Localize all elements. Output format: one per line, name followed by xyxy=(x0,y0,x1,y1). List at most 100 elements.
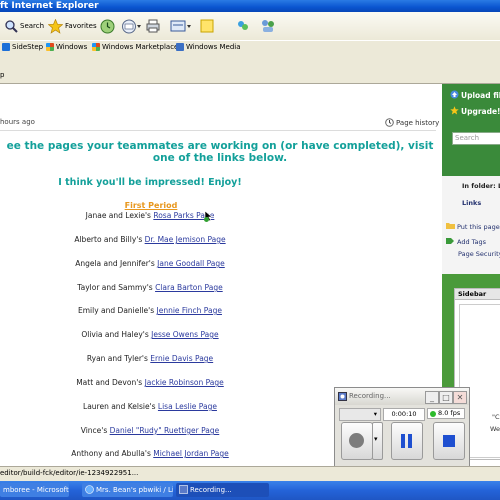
windows-flag-icon xyxy=(92,43,100,51)
favorites-button-label: Favorites xyxy=(65,22,97,30)
link-windows-marketplace[interactable]: Windows Marketplace xyxy=(92,43,178,51)
list-item: Vince's Daniel "Rudy" Ruettiger Page xyxy=(0,426,300,435)
maximize-icon: □ xyxy=(442,393,450,402)
add-tags-link[interactable]: Add Tags xyxy=(446,237,486,247)
sidebar-text: "C xyxy=(492,413,500,421)
upgrade-link[interactable]: Upgrade! xyxy=(450,106,500,117)
clock-icon xyxy=(385,118,394,127)
record-button[interactable] xyxy=(341,422,373,460)
team-names: Taylor and Sammy's xyxy=(77,283,156,292)
favorites-button[interactable]: Favorites xyxy=(48,18,97,34)
team-page-link[interactable]: Jane Goodall Page xyxy=(157,259,225,268)
taskbar-item-jamboree[interactable]: mboree - Microsoft... xyxy=(0,483,69,497)
search-button[interactable]: Search xyxy=(4,18,44,34)
taskbar-item-pbwiki[interactable]: Mrs. Bean's pbwiki / Li... xyxy=(82,483,173,497)
links-bar: SideStep Windows Windows Marketplace Win… xyxy=(0,40,500,56)
team-names: Lauren and Kelsie's xyxy=(83,402,158,411)
period-heading[interactable]: First Period xyxy=(0,201,302,210)
links-heading[interactable]: Links xyxy=(462,199,481,207)
page-history-link[interactable]: Page history xyxy=(385,118,439,127)
last-updated: hours ago xyxy=(0,118,35,126)
team-names: Olivia and Haley's xyxy=(81,330,152,339)
star-icon xyxy=(450,106,459,117)
taskbar-item-label: Recording... xyxy=(190,486,232,494)
maximize-button[interactable]: □ xyxy=(439,391,453,404)
taskbar-item-label: Mrs. Bean's pbwiki / Li... xyxy=(96,486,173,494)
link-windows-media[interactable]: Windows Media xyxy=(176,43,241,51)
research-button[interactable] xyxy=(260,18,276,34)
windows-flag-icon xyxy=(46,43,54,51)
print-button[interactable] xyxy=(146,18,160,34)
list-item: Emily and Danielle's Jennie Finch Page xyxy=(0,306,300,315)
upload-label: Upload fil xyxy=(461,91,500,100)
team-page-link[interactable]: Daniel "Rudy" Ruettiger Page xyxy=(110,426,220,435)
team-names: Alberto and Billy's xyxy=(74,235,145,244)
page-security-link[interactable]: Page Security xyxy=(458,250,500,258)
edit-button[interactable] xyxy=(170,18,192,34)
team-page-link[interactable]: Michael Jordan Page xyxy=(153,449,229,458)
stop-button[interactable] xyxy=(433,422,465,460)
tag-icon xyxy=(446,237,455,247)
notes-button[interactable] xyxy=(200,18,214,34)
list-item: Angela and Jennifer's Jane Goodall Page xyxy=(0,259,300,268)
messenger-icon xyxy=(236,19,250,33)
window-title: ft Internet Explorer xyxy=(0,1,99,11)
link-windows[interactable]: Windows xyxy=(46,43,87,51)
minimize-button[interactable]: _ xyxy=(425,391,439,404)
taskbar-item-label: mboree - Microsoft... xyxy=(3,486,69,494)
upload-files-link[interactable]: Upload fil xyxy=(450,90,500,101)
in-folder-label[interactable]: In folder: L xyxy=(462,182,500,190)
messenger-button[interactable] xyxy=(236,18,250,34)
link-label: Windows Marketplace xyxy=(102,43,179,51)
team-names: Janae and Lexie's xyxy=(85,211,154,220)
taskbar-item-recording[interactable]: Recording... xyxy=(176,483,269,497)
recorder-mode-select[interactable]: ▾ xyxy=(339,408,381,421)
sidestep-icon xyxy=(2,43,10,51)
link-label: Windows xyxy=(56,43,88,51)
chevron-down-icon: ▾ xyxy=(374,435,378,443)
pause-button[interactable] xyxy=(391,422,423,460)
status-bar: editor/build-fck/editor/ie-1234922951... xyxy=(0,466,500,481)
stop-icon xyxy=(443,435,455,447)
sidebar-search-input[interactable]: Search xyxy=(452,132,500,145)
history-button[interactable] xyxy=(100,18,115,34)
sidebar-title: Sidebar xyxy=(455,289,500,300)
window-title-bar: ft Internet Explorer xyxy=(0,0,500,12)
put-page-label: Put this page xyxy=(457,222,500,231)
list-item: Janae and Lexie's Rosa Parks Page xyxy=(0,211,300,220)
edit-icon xyxy=(170,19,192,33)
search-icon xyxy=(4,19,18,33)
mail-button[interactable] xyxy=(122,18,142,34)
close-button[interactable]: ✕ xyxy=(453,391,467,404)
team-page-link[interactable]: Dr. Mae Jemison Page xyxy=(145,235,226,244)
put-page-link[interactable]: Put this page xyxy=(446,222,500,231)
team-page-link[interactable]: Jesse Owens Page xyxy=(151,330,219,339)
toolbar-spacer xyxy=(0,55,500,69)
record-options-button[interactable]: ▾ xyxy=(372,422,383,460)
team-page-link[interactable]: Jennie Finch Page xyxy=(157,306,222,315)
link-sidestep[interactable]: SideStep xyxy=(2,43,43,51)
team-page-link[interactable]: Lisa Leslie Page xyxy=(158,402,217,411)
address-text: p xyxy=(0,71,5,79)
page-info-box: In folder: L Links Put this page Add Tag… xyxy=(442,176,500,276)
recording-window[interactable]: Recording... _ □ ✕ ▾ 0:00:10 8.0 fps ▾ xyxy=(334,387,470,467)
team-page-link[interactable]: Jackie Robinson Page xyxy=(145,378,224,387)
status-text: editor/build-fck/editor/ie-1234922951... xyxy=(0,469,139,477)
pause-icon xyxy=(401,434,405,448)
address-bar[interactable]: p xyxy=(0,69,500,84)
sidebar-actions: Upload fil Upgrade! Search xyxy=(442,84,500,176)
upload-icon xyxy=(450,90,459,101)
page-history-label: Page history xyxy=(396,118,440,127)
search-button-label: Search xyxy=(20,22,45,30)
list-item: Anthony and Abulla's Michael Jordan Page xyxy=(0,449,300,458)
recorder-app-icon xyxy=(179,484,188,496)
star-icon xyxy=(48,18,63,34)
team-page-link[interactable]: Ernie Davis Page xyxy=(150,354,213,363)
fps-value: 8.0 fps xyxy=(438,409,461,417)
fps-display: 8.0 fps xyxy=(427,408,465,419)
list-item: Ryan and Tyler's Ernie Davis Page xyxy=(0,354,300,363)
team-page-link[interactable]: Clara Barton Page xyxy=(155,283,223,292)
browser-toolbar: Search Favorites xyxy=(0,12,500,40)
page-heading: ee the pages your teammates are working … xyxy=(6,140,434,164)
recording-title-bar[interactable]: Recording... _ □ ✕ xyxy=(335,388,469,405)
